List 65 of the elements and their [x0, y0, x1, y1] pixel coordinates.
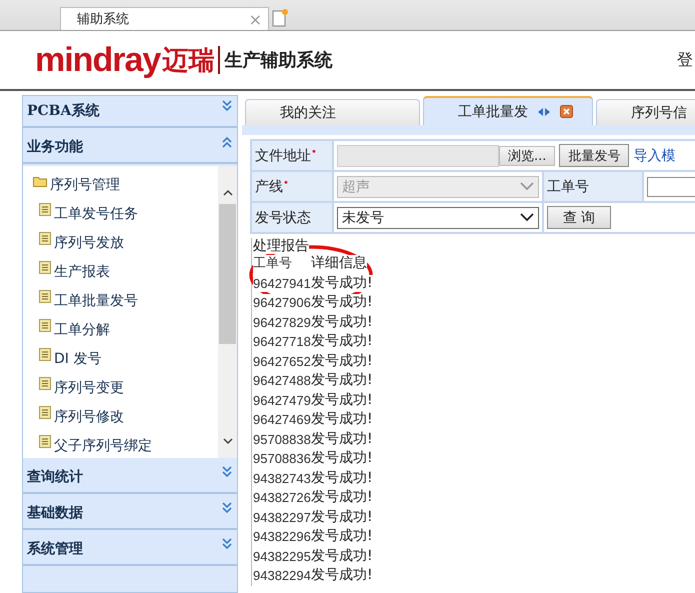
sidebar-section-header[interactable]: 查询统计	[23, 462, 237, 494]
status-select[interactable]: 未发号	[337, 206, 539, 228]
scroll-down-icon[interactable]	[220, 436, 234, 446]
expand-chevron-icon[interactable]	[221, 100, 233, 112]
login-link[interactable]: 登	[677, 50, 693, 70]
new-tab-icon[interactable]	[271, 8, 289, 28]
file-path-field[interactable]	[337, 144, 499, 166]
tree-item[interactable]: 序列号变更	[54, 378, 124, 396]
brand-logo: mindray	[35, 40, 160, 80]
field-label: 产线	[255, 178, 283, 196]
tree-item[interactable]: 父子序列号绑定	[54, 436, 152, 454]
result-message: 发号成功!	[311, 314, 373, 331]
tree-item[interactable]: 工单批量发号	[54, 292, 138, 310]
tree-item[interactable]: 序列号修改	[54, 408, 124, 426]
batch-issue-button[interactable]: 批量发号	[559, 144, 630, 167]
chevron-down-icon	[520, 182, 534, 191]
brand-logo-chinese: 迈瑞	[162, 44, 214, 78]
query-button[interactable]: 查 询	[547, 206, 611, 229]
tree-item[interactable]: 序列号发放	[54, 234, 124, 252]
expand-chevron-icon[interactable]	[221, 466, 233, 478]
sidebar-section-header[interactable]: 业务功能	[23, 132, 237, 164]
system-title: 生产辅助系统	[224, 49, 332, 72]
result-message: 发号成功!	[311, 352, 373, 370]
document-icon	[39, 290, 51, 303]
sidebar-section-header[interactable]: 基础数据	[23, 498, 237, 530]
document-icon	[39, 348, 51, 361]
tree-item[interactable]: 工单发号任务	[54, 204, 138, 222]
folder-icon	[33, 176, 47, 187]
document-icon	[39, 203, 51, 216]
import-template-link[interactable]: 导入模	[633, 146, 676, 164]
tree-item[interactable]: 序列号管理	[50, 176, 120, 194]
tab[interactable]: 我的关注	[245, 99, 420, 125]
result-message: 发号成功!	[311, 508, 373, 526]
document-icon	[39, 261, 51, 274]
document-icon	[39, 435, 51, 448]
expand-chevron-icon[interactable]	[221, 538, 233, 550]
result-message: 发号成功!	[311, 470, 373, 487]
tree-item[interactable]: 生产报表	[54, 262, 110, 280]
browser-tab-title: 辅助系统	[77, 11, 129, 28]
field-label: 文件地址	[255, 146, 311, 164]
document-icon	[39, 232, 51, 245]
document-icon	[39, 377, 51, 390]
result-message: 发号成功!	[311, 548, 373, 565]
close-icon[interactable]	[560, 105, 573, 118]
tree-item[interactable]: 工单分解	[54, 320, 110, 338]
chevron-down-icon	[520, 213, 534, 222]
result-message: 发号成功!	[311, 392, 373, 409]
sidebar-section-header[interactable]: 系统管理	[23, 534, 237, 566]
document-icon	[39, 406, 51, 419]
scrollbar[interactable]	[218, 166, 237, 458]
result-message: 发号成功!	[311, 430, 373, 448]
collapse-chevron-icon[interactable]	[221, 136, 233, 148]
browse-button[interactable]: 浏览...	[499, 146, 556, 166]
field-label: 发号状态	[255, 208, 311, 226]
tab[interactable]: 序列号信	[596, 99, 695, 125]
required-marker: •	[283, 178, 289, 189]
field-label: 工单号	[547, 178, 589, 196]
tab[interactable]: 工单批量发	[423, 96, 593, 125]
browser-tab[interactable]: 辅助系统 ×	[60, 7, 269, 30]
expand-chevron-icon[interactable]	[221, 502, 233, 514]
scroll-up-icon[interactable]	[220, 188, 234, 198]
sidebar-section-header[interactable]: PCBA系统	[23, 96, 237, 128]
tree-item[interactable]: DI 发号	[54, 350, 102, 368]
document-icon	[39, 319, 51, 332]
required-marker: •	[311, 147, 317, 158]
